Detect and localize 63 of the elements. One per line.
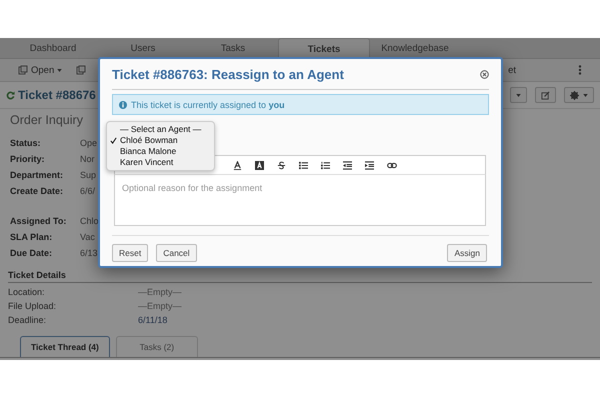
nav-tab[interactable]: Dashboard [8,38,98,58]
strikethrough-icon[interactable] [277,160,286,170]
caret-icon [583,94,588,96]
thread-tab[interactable]: Tasks (2) [116,336,198,357]
nav-tab[interactable]: Tasks [188,38,278,58]
field-value: Vac [80,232,95,242]
field-value: 6/11/18 [138,315,168,325]
info-text: This ticket is currently assigned to you [131,100,285,110]
info-icon [119,100,127,108]
reason-field[interactable]: Optional reason for the assignment [114,175,486,226]
close-icon[interactable] [480,70,489,78]
field-label: SLA Plan: [10,232,54,242]
assign-button[interactable]: Assign [447,244,487,262]
dialog-title: Ticket #886763: Reassign to an Agent [112,66,344,82]
edit-button[interactable] [535,87,556,103]
field-label: File Upload: [8,301,58,311]
refresh-icon[interactable] [6,90,15,100]
toolbar-label: et [508,64,516,76]
numbered-list-icon[interactable] [321,160,330,170]
copy-icon [18,65,28,75]
field-value: —Empty— [138,287,182,297]
field-label: Priority: [10,154,46,164]
indent-icon[interactable] [365,160,374,170]
open-button[interactable]: Open [18,64,62,76]
caret-icon [57,68,62,72]
copy-icon[interactable] [76,65,86,75]
field-value: 6/13 [80,248,98,258]
highlight-icon[interactable] [255,160,264,170]
caret-icon [516,94,521,96]
agent-option[interactable]: Chloé Bowman [120,135,178,146]
gear-icon [570,90,579,100]
more-icon[interactable] [578,65,582,75]
nav-tab[interactable]: Users [98,38,188,58]
field-value: 6/6/ [80,186,96,196]
nav-tab[interactable]: Knowledgebase [370,38,460,58]
nav-tab[interactable]: Tickets [278,38,370,58]
dialog-button[interactable]: Cancel [156,244,197,262]
field-label: Deadline: [8,315,48,325]
field-value: Chlo [80,216,99,226]
agent-option[interactable]: — Select an Agent — [120,124,202,135]
field-label: Due Date: [10,248,54,258]
agent-option[interactable]: Bianca Malone [120,146,176,157]
field-value: —Empty— [138,301,182,311]
section-title: Ticket Details [8,270,592,283]
settings-button[interactable] [564,87,594,103]
field-value: Ope [80,138,98,148]
field-label: Department: [10,170,64,180]
link-icon[interactable] [387,160,397,170]
text-color-icon[interactable] [233,160,242,170]
field-value: Nor [80,154,95,164]
dialog-button[interactable]: Reset [112,244,148,262]
field-label: Assigned To: [10,216,68,226]
thread-tab[interactable]: Ticket Thread (4) [20,336,110,357]
field-label: Create Date: [10,186,64,196]
dropdown-button[interactable] [510,87,527,103]
ticket-title: Ticket #88676 [18,88,96,102]
field-value: Sup [80,170,96,180]
edit-icon [541,90,550,100]
field-label: Status: [10,138,42,148]
agent-option[interactable]: Karen Vincent [120,157,174,168]
bullet-list-icon[interactable] [299,160,308,170]
field-label: Location: [8,287,46,297]
outdent-icon[interactable] [343,160,352,170]
